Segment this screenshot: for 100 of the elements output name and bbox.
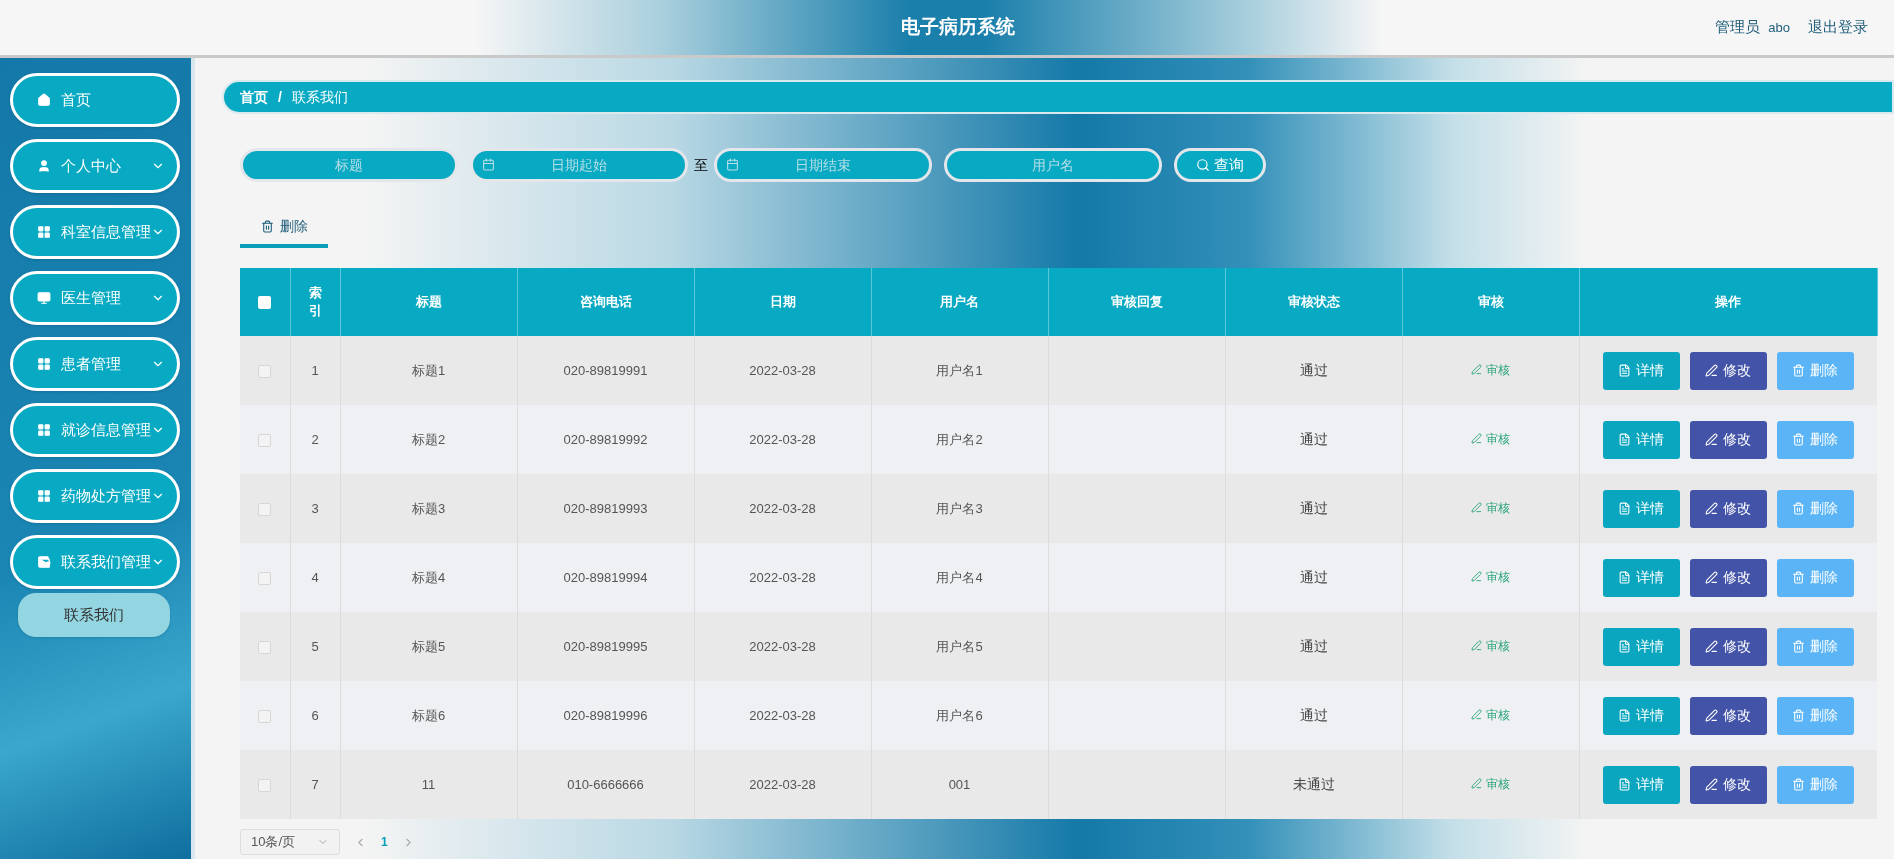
logout-link[interactable]: 退出登录 xyxy=(1808,16,1868,39)
page-button[interactable]: 1 xyxy=(381,833,388,851)
page-size-select[interactable]: 10条/页 xyxy=(240,829,340,855)
detail-button[interactable]: 详情 xyxy=(1602,351,1680,390)
text-field[interactable]: 标题 xyxy=(240,148,458,182)
trash-icon xyxy=(1792,502,1806,515)
sidebar-item[interactable]: 首页 xyxy=(10,73,180,127)
sidebar-item[interactable]: 科室信息管理 xyxy=(10,205,180,259)
document-icon xyxy=(1618,709,1632,722)
pencil-icon xyxy=(1705,640,1719,653)
table-cell: 用户名6 xyxy=(936,707,983,723)
table-cell: 2022-03-28 xyxy=(749,431,816,447)
delete-button[interactable]: 删除 xyxy=(1776,489,1854,528)
table-cell: 2022-03-28 xyxy=(749,707,816,723)
row-checkbox[interactable] xyxy=(258,433,272,447)
delete-button[interactable]: 删除 xyxy=(1776,351,1854,390)
detail-button[interactable]: 详情 xyxy=(1602,558,1680,597)
audit-link[interactable]: 审核 xyxy=(1471,774,1510,793)
table-cell: 020-89819991 xyxy=(563,362,648,378)
table-cell: 2022-03-28 xyxy=(749,776,816,792)
edit-button[interactable]: 修改 xyxy=(1689,351,1767,390)
grid-icon xyxy=(37,357,51,371)
trash-icon xyxy=(1792,640,1806,653)
audit-link[interactable]: 审核 xyxy=(1471,498,1510,517)
audit-link[interactable]: 审核 xyxy=(1471,429,1510,448)
table-cell: 未通过 xyxy=(1292,776,1335,792)
table-cell: 2 xyxy=(311,431,319,447)
delete-button[interactable]: 删除 xyxy=(1776,696,1854,735)
breadcrumb-separator: / xyxy=(278,87,282,107)
table-cell: 2022-03-28 xyxy=(749,569,816,585)
sidebar-item[interactable]: 就诊信息管理 xyxy=(10,403,180,457)
breadcrumb-link[interactable]: 联系我们 xyxy=(291,86,348,108)
audit-link[interactable]: 审核 xyxy=(1471,360,1510,379)
user-role: 管理员 xyxy=(1715,17,1761,38)
table-cell: 通过 xyxy=(1299,707,1328,723)
edit-button[interactable]: 修改 xyxy=(1689,765,1767,804)
table-cell: 020-89819994 xyxy=(563,569,648,585)
audit-link[interactable]: 审核 xyxy=(1471,567,1510,586)
row-checkbox[interactable] xyxy=(258,640,272,654)
audit-link[interactable]: 审核 xyxy=(1471,705,1510,724)
trash-icon xyxy=(1792,433,1806,446)
wallet-icon xyxy=(37,555,51,569)
table-cell: 020-89819993 xyxy=(563,500,648,516)
sidebar-item[interactable]: 医生管理 xyxy=(10,271,180,325)
delete-button[interactable]: 删除 xyxy=(1776,420,1854,459)
table-cell: 6 xyxy=(311,707,319,723)
document-icon xyxy=(1618,778,1632,791)
edit-button[interactable]: 修改 xyxy=(1689,696,1767,735)
edit-button[interactable]: 修改 xyxy=(1689,489,1767,528)
detail-button[interactable]: 详情 xyxy=(1602,765,1680,804)
table-cell: 020-89819996 xyxy=(563,707,648,723)
delete-button[interactable]: 删除 xyxy=(1776,558,1854,597)
home-icon xyxy=(37,93,51,107)
pencil-icon xyxy=(1705,571,1719,584)
edit-button[interactable]: 修改 xyxy=(1689,627,1767,666)
pencil-icon xyxy=(1705,502,1719,515)
delete-tab[interactable]: 删除 xyxy=(240,208,328,248)
sidebar-item[interactable]: 患者管理 xyxy=(10,337,180,391)
range-separator: 至 xyxy=(694,155,708,175)
table-cell: 标题3 xyxy=(411,500,446,516)
delete-button[interactable]: 删除 xyxy=(1776,627,1854,666)
table-cell: 用户名4 xyxy=(936,569,983,585)
row-checkbox[interactable] xyxy=(258,364,272,378)
row-checkbox[interactable] xyxy=(258,571,272,585)
table-cell: 5 xyxy=(311,638,319,654)
table-cell: 通过 xyxy=(1299,638,1328,654)
document-icon xyxy=(1618,640,1632,653)
detail-button[interactable]: 详情 xyxy=(1602,696,1680,735)
calendar-icon xyxy=(726,158,739,171)
trash-icon xyxy=(1792,709,1806,722)
pencil-icon xyxy=(1471,640,1482,651)
search-button[interactable]: 查询 xyxy=(1174,148,1266,182)
calendar-icon xyxy=(482,158,495,171)
document-icon xyxy=(1618,433,1632,446)
date-field[interactable]: 日期结束 xyxy=(714,148,932,182)
submenu-item[interactable]: 联系我们 xyxy=(18,593,170,637)
text-field[interactable]: 用户名 xyxy=(944,148,1162,182)
table-cell: 通过 xyxy=(1299,431,1328,447)
row-checkbox[interactable] xyxy=(258,709,272,723)
table-cell: 用户名3 xyxy=(936,500,983,516)
row-checkbox[interactable] xyxy=(258,778,272,792)
date-field[interactable]: 日期起始 xyxy=(470,148,688,182)
edit-button[interactable]: 修改 xyxy=(1689,558,1767,597)
table-cell: 010-6666666 xyxy=(567,776,644,792)
delete-button[interactable]: 删除 xyxy=(1776,765,1854,804)
detail-button[interactable]: 详情 xyxy=(1602,420,1680,459)
row-checkbox[interactable] xyxy=(258,502,272,516)
detail-button[interactable]: 详情 xyxy=(1602,627,1680,666)
sidebar-item[interactable]: 联系我们管理 xyxy=(10,535,180,589)
breadcrumb-link[interactable]: 首页 xyxy=(240,86,268,108)
detail-button[interactable]: 详情 xyxy=(1602,489,1680,528)
table-cell: 用户名1 xyxy=(936,362,983,378)
audit-link[interactable]: 审核 xyxy=(1471,636,1510,655)
monitor-icon xyxy=(37,291,51,305)
pencil-icon xyxy=(1705,433,1719,446)
edit-button[interactable]: 修改 xyxy=(1689,420,1767,459)
sidebar-item[interactable]: 药物处方管理 xyxy=(10,469,180,523)
table-cell: 用户名2 xyxy=(936,431,983,447)
sidebar-item[interactable]: 个人中心 xyxy=(10,139,180,193)
select-all-checkbox[interactable] xyxy=(258,296,272,310)
